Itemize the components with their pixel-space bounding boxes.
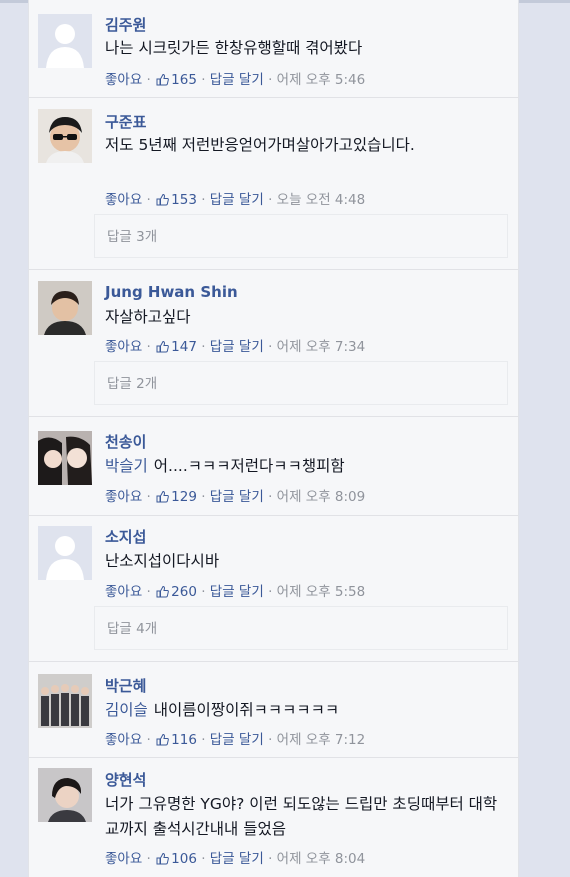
avatar[interactable] [38, 526, 92, 580]
thumbs-up-icon [156, 585, 169, 602]
tagged-user[interactable]: 김이슬 [105, 701, 148, 719]
divider [29, 515, 518, 516]
comment-author[interactable]: 양현석 [105, 769, 146, 790]
reply-link[interactable]: 답글 달기 [210, 72, 264, 88]
comment-author[interactable]: Jung Hwan Shin [105, 283, 238, 301]
thumbs-up-icon [156, 193, 169, 210]
comment-author[interactable]: 구준표 [105, 111, 146, 132]
comment-author[interactable]: 천송이 [105, 431, 146, 452]
comment-text: 박슬기 어....ㅋㅋㅋ저런다ㅋㅋ챙피함 [105, 454, 510, 479]
like-link[interactable]: 좋아요 [105, 732, 142, 748]
comment-text: 김이슬 내이름이짱이쥐ㅋㅋㅋㅋㅋㅋ [105, 698, 510, 723]
like-link[interactable]: 좋아요 [105, 339, 142, 355]
tagged-user[interactable]: 박슬기 [105, 457, 148, 475]
default-profile-silhouette-icon [38, 14, 92, 68]
comment-actions: 좋아요 · 260 · 답글 달기 · 어제 오후 5:58 [105, 584, 366, 602]
view-replies-button[interactable]: 답글 2개 [94, 361, 508, 405]
timestamp[interactable]: 어제 오후 5:46 [277, 72, 366, 88]
timestamp[interactable]: 오늘 오전 4:48 [277, 192, 366, 208]
like-count[interactable]: 116 [171, 732, 197, 748]
comment-author[interactable]: 소지섭 [105, 526, 146, 547]
avatar[interactable] [38, 281, 92, 335]
comment-actions: 좋아요 · 116 · 답글 달기 · 어제 오후 7:12 [105, 732, 366, 750]
like-link[interactable]: 좋아요 [105, 584, 142, 600]
avatar[interactable] [38, 431, 92, 485]
comment-body: 난소지섭이다시바 [105, 552, 220, 570]
like-link[interactable]: 좋아요 [105, 851, 142, 867]
divider [29, 757, 518, 758]
reply-link[interactable]: 답글 달기 [210, 339, 264, 355]
comment-text: 저도 5년째 저런반응얻어가며살아가고있습니다. [105, 133, 510, 158]
thumbs-up-icon [156, 340, 169, 357]
profile-photo [38, 109, 92, 163]
like-count[interactable]: 153 [171, 192, 197, 208]
comment-actions: 좋아요 · 147 · 답글 달기 · 어제 오후 7:34 [105, 339, 366, 357]
reply-link[interactable]: 답글 달기 [210, 732, 264, 748]
profile-photo [38, 431, 92, 485]
avatar[interactable] [38, 674, 92, 728]
comment-body: 어....ㅋㅋㅋ저런다ㅋㅋ챙피함 [153, 457, 345, 475]
view-replies-button[interactable]: 답글 4개 [94, 606, 508, 650]
like-link[interactable]: 좋아요 [105, 192, 142, 208]
comment-actions: 좋아요 · 165 · 답글 달기 · 어제 오후 5:46 [105, 72, 366, 90]
default-profile-silhouette-icon [38, 526, 92, 580]
like-link[interactable]: 좋아요 [105, 72, 142, 88]
like-count[interactable]: 129 [171, 489, 197, 505]
comment-body: 나는 시크릿가든 한창유행할때 겪어봤다 [105, 39, 363, 57]
divider [29, 416, 518, 417]
profile-photo [38, 768, 92, 822]
like-count[interactable]: 147 [171, 339, 197, 355]
profile-photo [38, 674, 92, 728]
divider [29, 269, 518, 270]
comments-panel: 김주원 나는 시크릿가든 한창유행할때 겪어봤다 좋아요 · 165 · 답글 … [28, 0, 519, 877]
comment-body: 저도 5년째 저런반응얻어가며살아가고있습니다. [105, 136, 415, 154]
reply-link[interactable]: 답글 달기 [210, 851, 264, 867]
timestamp[interactable]: 어제 오후 8:04 [277, 851, 366, 867]
reply-link[interactable]: 답글 달기 [210, 192, 264, 208]
view-replies-button[interactable]: 답글 3개 [94, 214, 508, 258]
thumbs-up-icon [156, 733, 169, 750]
comment-text: 나는 시크릿가든 한창유행할때 겪어봤다 [105, 36, 510, 61]
like-link[interactable]: 좋아요 [105, 489, 142, 505]
comment-author[interactable]: 박근혜 [105, 675, 146, 696]
profile-photo [38, 281, 92, 335]
comment-actions: 좋아요 · 153 · 답글 달기 · 오늘 오전 4:48 [105, 192, 366, 210]
like-count[interactable]: 260 [171, 584, 197, 600]
divider [29, 661, 518, 662]
comment-text: 너가 그유명한 YG야? 이런 되도않는 드립만 초딩때부터 대학교까지 출석시… [105, 792, 510, 842]
timestamp[interactable]: 어제 오후 7:34 [277, 339, 366, 355]
comment-body: 자살하고싶다 [105, 308, 191, 326]
comment-author[interactable]: 김주원 [105, 14, 146, 35]
timestamp[interactable]: 어제 오후 5:58 [277, 584, 366, 600]
thumbs-up-icon [156, 490, 169, 507]
avatar[interactable] [38, 768, 92, 822]
thumbs-up-icon [156, 73, 169, 90]
divider [29, 97, 518, 98]
reply-link[interactable]: 답글 달기 [210, 489, 264, 505]
comment-text: 자살하고싶다 [105, 305, 510, 330]
avatar[interactable] [38, 109, 92, 163]
timestamp[interactable]: 어제 오후 7:12 [277, 732, 366, 748]
like-count[interactable]: 165 [171, 72, 197, 88]
timestamp[interactable]: 어제 오후 8:09 [277, 489, 366, 505]
comment-body: 내이름이짱이쥐ㅋㅋㅋㅋㅋㅋ [153, 701, 340, 719]
comment-actions: 좋아요 · 106 · 답글 달기 · 어제 오후 8:04 [105, 851, 366, 869]
comment-body: 너가 그유명한 YG야? 이런 되도않는 드립만 초딩때부터 대학교까지 출석시… [105, 795, 498, 838]
thumbs-up-icon [156, 852, 169, 869]
comment-text: 난소지섭이다시바 [105, 549, 510, 574]
avatar[interactable] [38, 14, 92, 68]
reply-link[interactable]: 답글 달기 [210, 584, 264, 600]
like-count[interactable]: 106 [171, 851, 197, 867]
comment-actions: 좋아요 · 129 · 답글 달기 · 어제 오후 8:09 [105, 489, 366, 507]
